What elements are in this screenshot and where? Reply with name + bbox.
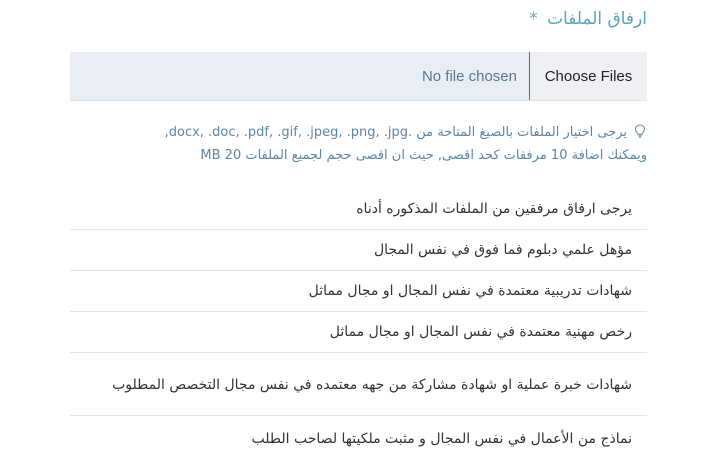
hint-line-2: ويمكنك اضافة 10 مرفقات كحد اقصى, حيث ان … xyxy=(200,148,647,163)
label-text: ارفاق الملفات xyxy=(547,9,647,29)
choose-files-button[interactable]: Choose Files xyxy=(529,52,647,100)
file-status-text: No file chosen xyxy=(421,67,517,85)
list-item: يرجى ارفاق مرفقين من الملفات المذكوره أد… xyxy=(70,189,647,230)
list-item: نماذج من الأعمال في نفس المجال و مثبت مل… xyxy=(251,431,632,447)
list-item: شهادات تدريبية معتمدة في نفس المجال او م… xyxy=(70,271,647,312)
list-item: رخص مهنية معتمدة في نفس المجال او مجال م… xyxy=(70,312,647,353)
attachments-label: ارفاق الملفات * xyxy=(529,9,647,29)
lightbulb-icon xyxy=(633,121,647,144)
hint-line-1: يرجى اختيار الملفات بالصيغ المتاحة من .d… xyxy=(87,121,647,144)
list-item: مؤهل علمي دبلوم فما فوق في نفس المجال xyxy=(70,230,647,271)
file-input[interactable]: Choose Files No file chosen xyxy=(70,52,647,101)
file-format-hint: يرجى اختيار الملفات بالصيغ المتاحة من .d… xyxy=(87,121,647,167)
hint-text-1: يرجى اختيار الملفات بالصيغ المتاحة من .d… xyxy=(164,125,627,140)
file-upload-section: ارفاق الملفات * Choose Files No file cho… xyxy=(70,0,647,466)
required-mark: * xyxy=(529,9,538,29)
list-item: شهادات خبرة عملية او شهادة مشاركة من جهه… xyxy=(70,353,647,416)
requirements-list: يرجى ارفاق مرفقين من الملفات المذكوره أد… xyxy=(70,189,647,462)
